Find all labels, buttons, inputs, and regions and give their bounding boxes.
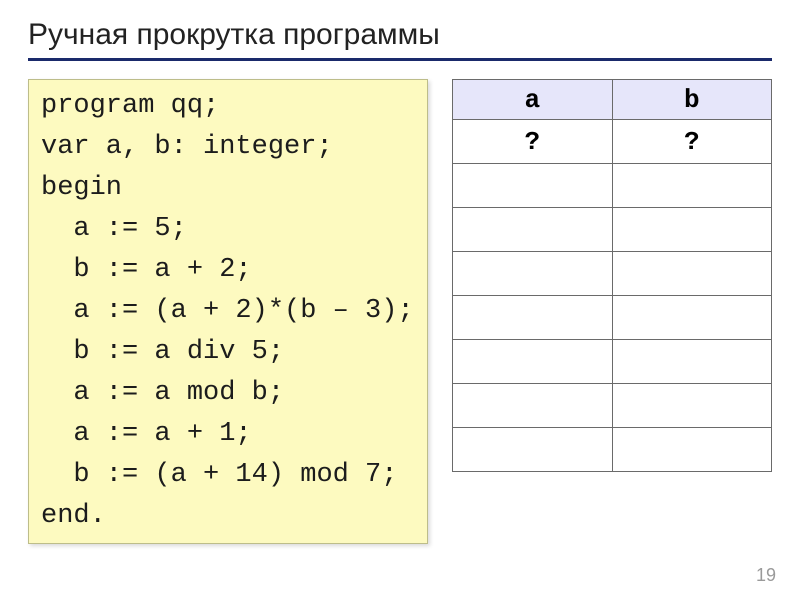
table-row [453,164,772,208]
table-row [453,384,772,428]
cell-b [612,296,772,340]
cell-a [453,164,613,208]
cell-b [612,384,772,428]
cell-a [453,252,613,296]
cell-a [453,384,613,428]
cell-b: ? [612,120,772,164]
slide: Ручная прокрутка программы program qq; v… [0,0,800,600]
code-line: b := a + 2; [41,255,252,285]
table-row: ? ? [453,120,772,164]
cell-a [453,296,613,340]
cell-b [612,164,772,208]
code-listing: program qq; var a, b: integer; begin a :… [28,79,428,544]
table-row [453,296,772,340]
code-line: program qq; [41,91,219,121]
code-line: end. [41,501,106,531]
code-line: b := (a + 14) mod 7; [41,460,397,490]
cell-a: ? [453,120,613,164]
cell-b [612,252,772,296]
code-line: a := (a + 2)*(b – 3); [41,296,414,326]
cell-b [612,208,772,252]
page-number: 19 [756,565,776,586]
table-row [453,208,772,252]
cell-b [612,428,772,472]
code-line: var a, b: integer; [41,132,333,162]
code-line: b := a div 5; [41,337,284,367]
code-line: a := 5; [41,214,187,244]
trace-table: a b ? ? [452,79,772,472]
code-line: a := a mod b; [41,378,284,408]
cell-b [612,340,772,384]
cell-a [453,340,613,384]
code-line: a := a + 1; [41,419,252,449]
col-header-b: b [612,80,772,120]
table-row [453,252,772,296]
table-header-row: a b [453,80,772,120]
cell-a [453,208,613,252]
col-header-a: a [453,80,613,120]
content-row: program qq; var a, b: integer; begin a :… [28,79,772,544]
cell-a [453,428,613,472]
table-row [453,428,772,472]
table-row [453,340,772,384]
slide-title: Ручная прокрутка программы [28,18,772,61]
code-line: begin [41,173,122,203]
